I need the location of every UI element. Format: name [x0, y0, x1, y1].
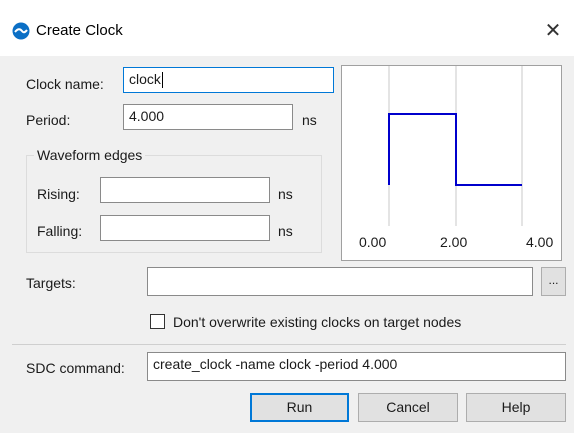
- period-unit: ns: [302, 112, 317, 128]
- waveform-chart: 0.00 2.00 4.00: [359, 66, 553, 250]
- falling-unit: ns: [278, 223, 293, 239]
- rising-input[interactable]: [100, 177, 270, 203]
- targets-input[interactable]: [147, 267, 533, 296]
- separator: [12, 344, 566, 345]
- tick-label-4: 4.00: [526, 234, 553, 250]
- tick-label-0: 0.00: [359, 234, 386, 250]
- sdc-command-label: SDC command:: [26, 360, 125, 376]
- run-button[interactable]: Run: [250, 393, 349, 422]
- dont-overwrite-checkbox[interactable]: [150, 314, 165, 329]
- help-button[interactable]: Help: [466, 393, 566, 422]
- cancel-button[interactable]: Cancel: [358, 393, 458, 422]
- tick-label-2: 2.00: [440, 234, 467, 250]
- sdc-command-field[interactable]: create_clock -name clock -period 4.000: [147, 352, 566, 381]
- clock-waveform: [388, 113, 522, 186]
- close-icon: ✕: [544, 20, 562, 42]
- waveform-edges-label: Waveform edges: [34, 147, 146, 163]
- falling-label: Falling:: [37, 223, 83, 239]
- window-title: Create Clock: [36, 22, 123, 39]
- app-logo-icon: [12, 22, 30, 40]
- targets-label: Targets:: [26, 275, 76, 291]
- title-bar: Create Clock ✕: [0, 0, 574, 56]
- rising-label: Rising:: [37, 186, 80, 202]
- waveform-preview: 0.00 2.00 4.00: [341, 65, 562, 261]
- dont-overwrite-label[interactable]: Don't overwrite existing clocks on targe…: [173, 314, 461, 330]
- browse-button[interactable]: ...: [541, 267, 566, 296]
- rising-unit: ns: [278, 186, 293, 202]
- clock-name-input[interactable]: clock: [123, 67, 334, 93]
- close-button[interactable]: ✕: [540, 18, 566, 44]
- clock-name-label: Clock name:: [26, 76, 104, 92]
- period-input[interactable]: 4.000: [123, 104, 293, 130]
- period-label: Period:: [26, 112, 71, 128]
- falling-input[interactable]: [100, 215, 270, 241]
